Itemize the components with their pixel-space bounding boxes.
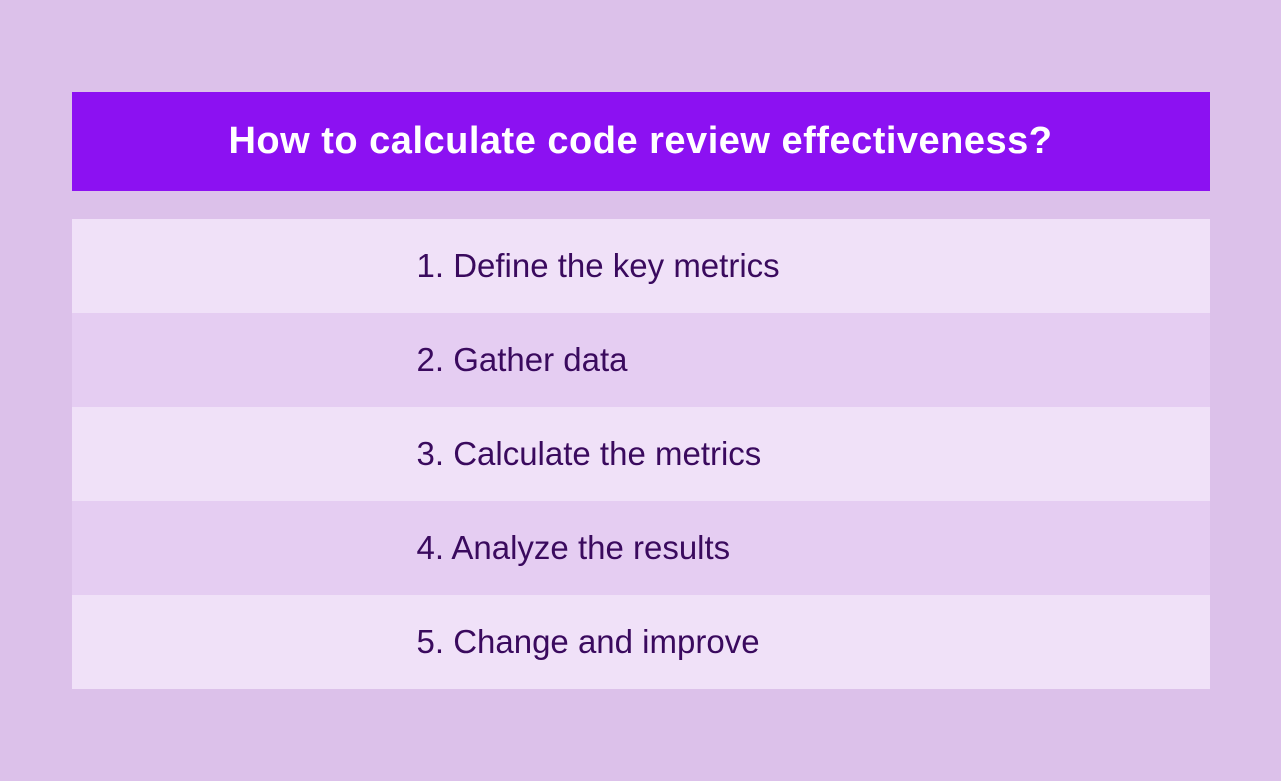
list-item: 2. Gather data (72, 313, 1210, 407)
list-item: 4. Analyze the results (72, 501, 1210, 595)
list-item: 1. Define the key metrics (72, 219, 1210, 313)
step-text: 5. Change and improve (417, 623, 760, 660)
step-text: 4. Analyze the results (417, 529, 731, 566)
step-text: 1. Define the key metrics (417, 247, 780, 284)
title-text: How to calculate code review effectivene… (228, 120, 1052, 162)
list-item: 3. Calculate the metrics (72, 407, 1210, 501)
title-bar: How to calculate code review effectivene… (72, 92, 1210, 191)
steps-list: 1. Define the key metrics 2. Gather data… (72, 219, 1210, 689)
step-text: 2. Gather data (417, 341, 628, 378)
step-text: 3. Calculate the metrics (417, 435, 762, 472)
content-container: How to calculate code review effectivene… (72, 92, 1210, 689)
list-item: 5. Change and improve (72, 595, 1210, 689)
